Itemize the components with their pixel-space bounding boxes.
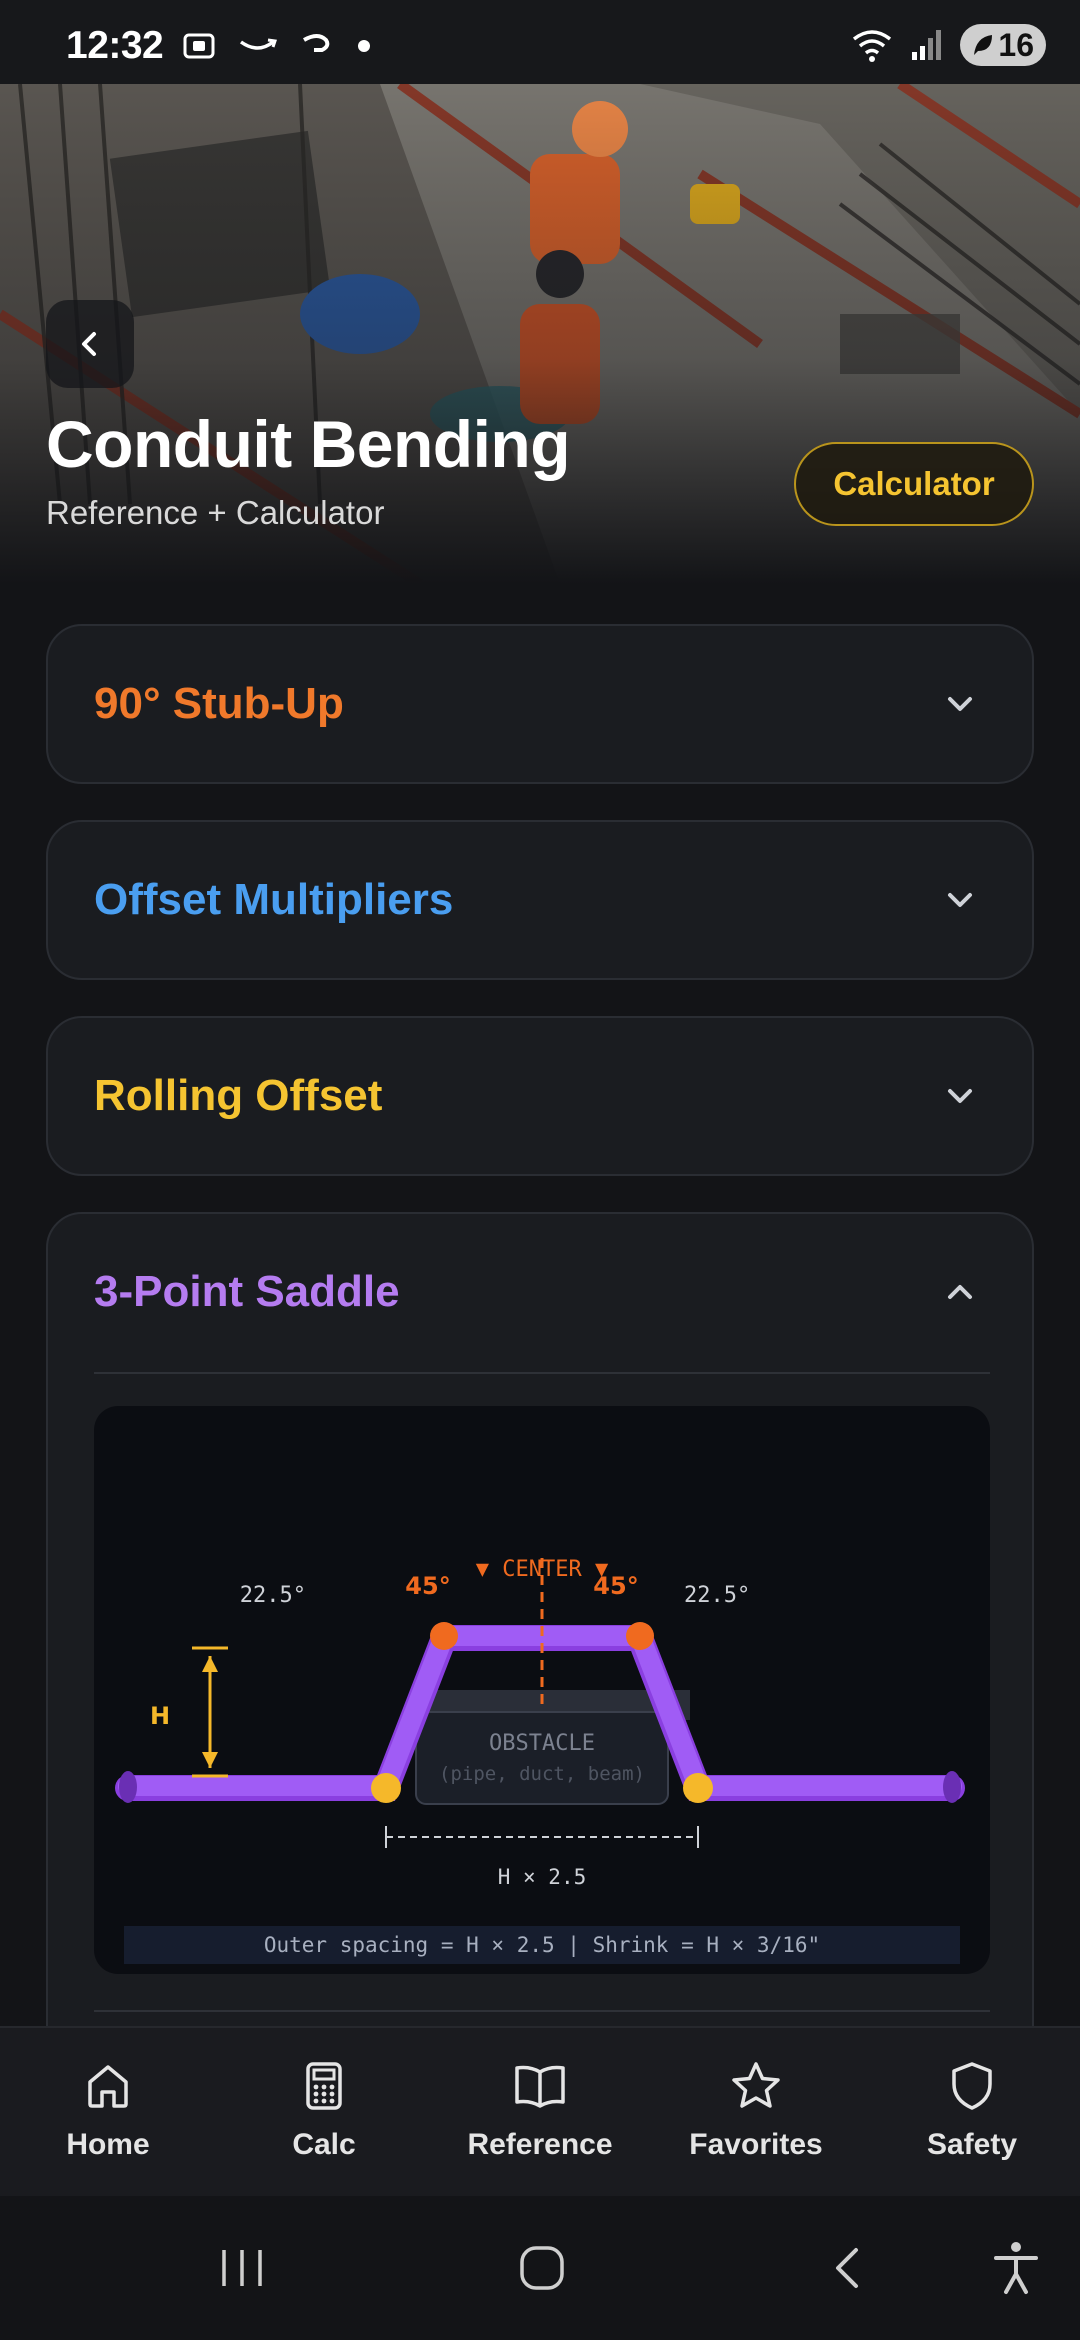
dot-icon xyxy=(358,40,370,52)
angle-label-left-outer: 22.5° xyxy=(240,1583,306,1608)
angle-label-right-outer: 22.5° xyxy=(684,1583,750,1608)
hero-banner: Conduit Bending Reference + Calculator C… xyxy=(0,84,1080,584)
status-bar: 12:32 16 xyxy=(0,0,1080,84)
conduit-end-right xyxy=(943,1771,961,1803)
saddle-diagram-svg: OBSTACLE (pipe, duct, beam) ▼ CENTER ▼ 2… xyxy=(115,1557,965,1964)
page-subtitle: Reference + Calculator xyxy=(46,494,385,531)
screenshot-icon xyxy=(183,33,215,59)
nav-label: Calc xyxy=(292,2128,356,2161)
spacing-label: H × 2.5 xyxy=(498,1865,587,1889)
height-arrow-down xyxy=(202,1752,218,1768)
chevron-up-icon[interactable] xyxy=(940,1272,980,1312)
height-label: H xyxy=(150,1702,170,1730)
conduit-end-left xyxy=(119,1771,137,1803)
app-notification-icon xyxy=(303,34,330,52)
bend-point-outer-right xyxy=(683,1773,713,1803)
nav-label: Home xyxy=(66,2128,150,2161)
bend-point-inner-right xyxy=(626,1622,654,1650)
recent-apps-icon[interactable] xyxy=(218,2246,266,2290)
section-title: Rolling Offset xyxy=(94,1071,383,1120)
obstacle-label: OBSTACLE xyxy=(489,1731,595,1756)
nav-label: Reference xyxy=(467,2128,613,2161)
saddle-diagram: OBSTACLE (pipe, duct, beam) ▼ CENTER ▼ 2… xyxy=(94,1406,990,1974)
accessibility-icon[interactable] xyxy=(992,2240,1040,2296)
angle-label-right-inner: 45° xyxy=(593,1572,638,1600)
signal-icon xyxy=(912,30,942,60)
notification-icons xyxy=(182,30,372,62)
height-arrow-up xyxy=(202,1656,218,1672)
section-title: 90° Stub-Up xyxy=(94,679,344,728)
star-icon xyxy=(732,2062,780,2108)
chevron-down-icon xyxy=(948,893,972,907)
nav-home[interactable]: Home xyxy=(8,2060,208,2162)
back-button[interactable] xyxy=(46,300,134,388)
battery-level: 16 xyxy=(998,26,1034,63)
section-offset-multipliers[interactable]: Offset Multipliers xyxy=(46,820,1034,980)
section-divider-bottom xyxy=(94,2010,990,2012)
home-icon xyxy=(88,2065,128,2108)
center-label: ▼ CENTER ▼ xyxy=(476,1557,609,1582)
home-circle-icon[interactable] xyxy=(518,2244,566,2292)
battery-indicator: 16 xyxy=(960,24,1046,66)
chevron-down-icon xyxy=(948,697,972,711)
book-icon xyxy=(515,2065,565,2108)
back-nav-icon[interactable] xyxy=(830,2244,866,2292)
status-time: 12:32 xyxy=(66,24,164,67)
nav-calc[interactable]: Calc xyxy=(224,2060,424,2162)
nav-label: Safety xyxy=(926,2128,1018,2161)
calculator-icon xyxy=(306,2062,342,2110)
section-3-point-saddle: 3-Point Saddle OBSTACLE (pipe, duct, bea… xyxy=(46,1212,1034,2092)
section-divider xyxy=(94,1372,990,1374)
angle-label-left-inner: 45° xyxy=(405,1572,450,1600)
shield-icon xyxy=(952,2062,992,2110)
amazon-icon xyxy=(239,38,277,50)
obstacle-sub-label: (pipe, duct, beam) xyxy=(439,1763,645,1785)
nav-reference[interactable]: Reference xyxy=(440,2060,640,2162)
leaf-icon xyxy=(974,35,993,55)
section-title: Offset Multipliers xyxy=(94,875,454,924)
obstacle-box xyxy=(415,1711,669,1805)
section-rolling-offset[interactable]: Rolling Offset xyxy=(46,1016,1034,1176)
formula-text: Outer spacing = H × 2.5 | Shrink = H × 3… xyxy=(264,1933,820,1958)
chevron-left-icon xyxy=(82,332,96,356)
bottom-navigation: Home Calc Reference Favorites Safety xyxy=(0,2026,1080,2196)
nav-safety[interactable]: Safety xyxy=(872,2060,1072,2162)
wifi-icon xyxy=(853,30,892,62)
section-title[interactable]: 3-Point Saddle xyxy=(94,1214,400,1370)
chevron-down-icon xyxy=(948,1089,972,1103)
page-title: Conduit Bending xyxy=(46,407,571,481)
calculator-button[interactable]: Calculator xyxy=(794,442,1034,526)
bend-point-inner-left xyxy=(430,1622,458,1650)
section-stub-up[interactable]: 90° Stub-Up xyxy=(46,624,1034,784)
system-status: 16 xyxy=(850,24,1046,66)
nav-label: Favorites xyxy=(689,2128,823,2161)
nav-favorites[interactable]: Favorites xyxy=(656,2060,856,2162)
system-navigation-bar xyxy=(0,2196,1080,2340)
bend-point-outer-left xyxy=(371,1773,401,1803)
